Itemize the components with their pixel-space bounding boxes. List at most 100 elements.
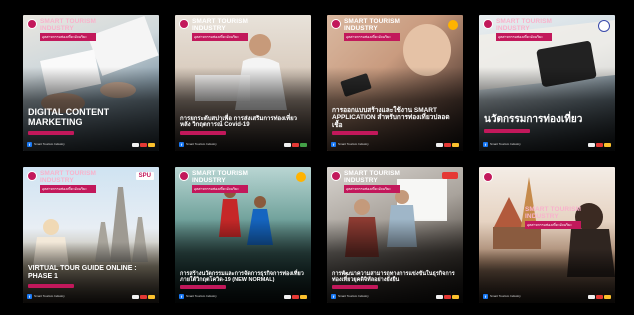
card-title: VIRTUAL TOUR GUIDE ONLINE : PHASE 1 bbox=[28, 265, 137, 281]
facebook-icon: f bbox=[331, 293, 336, 299]
card-overlay bbox=[479, 66, 615, 151]
course-card-temple-tour[interactable]: SMART TOURISM INDUSTRY อุตสาหกรรมท่องเที… bbox=[479, 167, 615, 303]
sponsor-logo bbox=[292, 295, 299, 299]
card-title: การสร้างนวัตกรรมและการจัดการธุรกิจการท่อ… bbox=[180, 270, 304, 283]
brand-logo bbox=[27, 19, 37, 29]
sponsor-logo bbox=[140, 143, 147, 147]
brand-logo bbox=[179, 171, 189, 181]
sponsor-logos bbox=[436, 143, 459, 147]
sponsor-logo bbox=[300, 295, 307, 299]
facebook-icon: f bbox=[483, 293, 488, 299]
card-tag bbox=[180, 285, 226, 289]
course-card-spa-covid[interactable]: SMART TOURISM INDUSTRY อุตสาหกรรมท่องเที… bbox=[175, 15, 311, 151]
brand-tagline: อุตสาหกรรมท่องเที่ยวอัจฉริยะ bbox=[40, 185, 97, 193]
brand-line2: INDUSTRY bbox=[344, 24, 378, 32]
brand-tagline: อุตสาหกรรมท่องเที่ยวอัจฉริยะ bbox=[192, 33, 249, 41]
course-card-digital-competitiveness[interactable]: SMART TOURISM INDUSTRY อุตสาหกรรมท่องเที… bbox=[327, 167, 463, 303]
sponsor-logo bbox=[596, 143, 603, 147]
sponsor-logos bbox=[436, 295, 459, 299]
footer-page-name: Smart Tourism Industry bbox=[338, 294, 369, 298]
sponsor-logos bbox=[284, 295, 307, 299]
brand-line2: INDUSTRY bbox=[192, 24, 226, 32]
sponsor-logo bbox=[444, 143, 451, 147]
facebook-icon: f bbox=[179, 141, 184, 147]
course-card-virtual-tour-guide[interactable]: SPU SMART TOURISM INDUSTRY อุตสาหกรรมท่อ… bbox=[23, 167, 159, 303]
brand-logo bbox=[27, 171, 37, 181]
sponsor-logos bbox=[588, 295, 611, 299]
sponsor-logo bbox=[452, 143, 459, 147]
sponsor-logo bbox=[452, 295, 459, 299]
card-title: นวัตกรรมการท่องเที่ยว bbox=[484, 113, 583, 125]
brand-block: SMART TOURISM INDUSTRY อุตสาหกรรมท่องเที… bbox=[525, 206, 582, 229]
card-title: DIGITAL CONTENT MARKETING bbox=[28, 106, 110, 127]
facebook-icon: f bbox=[27, 293, 32, 299]
card-tag bbox=[484, 129, 530, 133]
facebook-icon: f bbox=[179, 293, 184, 299]
brand-block: SMART TOURISM INDUSTRY อุตสาหกรรมท่องเที… bbox=[331, 18, 401, 41]
footer-page-name: Smart Tourism Industry bbox=[490, 142, 521, 146]
brand-logo bbox=[331, 171, 341, 181]
brand-block: SMART TOURISM INDUSTRY อุตสาหกรรมท่องเที… bbox=[27, 18, 97, 41]
brand-line2: INDUSTRY bbox=[40, 24, 74, 32]
brand-tagline: อุตสาหกรรมท่องเที่ยวอัจฉริยะ bbox=[344, 185, 401, 193]
sponsor-logo bbox=[436, 143, 443, 147]
footer-page-name: Smart Tourism Industry bbox=[186, 294, 217, 298]
brand-tagline: อุตสาหกรรมท่องเที่ยวอัจฉริยะ bbox=[525, 221, 582, 229]
sponsor-logo bbox=[148, 143, 155, 147]
brand-tagline: อุตสาหกรรมท่องเที่ยวอัจฉริยะ bbox=[496, 33, 553, 41]
card-title: การยกระดับสปาเพื่อ การส่งเสริมการท่องเที… bbox=[180, 115, 297, 129]
sponsor-logo bbox=[588, 295, 595, 299]
footer-page-name: Smart Tourism Industry bbox=[186, 142, 217, 146]
brand-logo bbox=[179, 19, 189, 29]
partner-badge bbox=[448, 20, 458, 30]
sponsor-logo bbox=[596, 295, 603, 299]
sponsor-logo bbox=[444, 295, 451, 299]
card-overlay bbox=[327, 218, 463, 303]
sponsor-logo bbox=[588, 143, 595, 147]
sponsor-logo bbox=[284, 143, 291, 147]
sponsor-logo bbox=[140, 295, 147, 299]
sponsor-logo bbox=[284, 295, 291, 299]
facebook-icon: f bbox=[331, 141, 336, 147]
card-overlay bbox=[175, 218, 311, 303]
spu-badge: SPU bbox=[135, 172, 154, 180]
card-title: การออกแบบสร้างและใช้งาน SMART APPLICATIO… bbox=[332, 107, 450, 129]
partner-badge bbox=[442, 172, 458, 179]
facebook-icon: f bbox=[27, 141, 32, 147]
card-title: การพัฒนาความสามารถทางการแข่งขันในธุรกิจก… bbox=[332, 270, 455, 283]
brand-tagline: อุตสาหกรรมท่องเที่ยวอัจฉริยะ bbox=[344, 33, 401, 41]
course-card-digital-content-marketing[interactable]: SMART TOURISM INDUSTRY อุตสาหกรรมท่องเที… bbox=[23, 15, 159, 151]
brand-line2: INDUSTRY bbox=[525, 212, 559, 220]
sponsor-logo bbox=[132, 295, 139, 299]
sponsor-logo bbox=[132, 143, 139, 147]
facebook-icon: f bbox=[483, 141, 488, 147]
sponsor-logo bbox=[148, 295, 155, 299]
course-card-new-normal[interactable]: SMART TOURISM INDUSTRY อุตสาหกรรมท่องเที… bbox=[175, 167, 311, 303]
partner-badge bbox=[296, 172, 306, 182]
sponsor-logo bbox=[292, 143, 299, 147]
sponsor-logos bbox=[284, 143, 307, 147]
footer-page-name: Smart Tourism Industry bbox=[490, 294, 521, 298]
card-tag bbox=[28, 284, 74, 288]
course-card-tourism-innovation[interactable]: SMART TOURISM INDUSTRY อุตสาหกรรมท่องเที… bbox=[479, 15, 615, 151]
sponsor-logo bbox=[604, 295, 611, 299]
card-tag bbox=[332, 285, 378, 289]
card-tag bbox=[28, 131, 74, 135]
footer-page-name: Smart Tourism Industry bbox=[34, 294, 65, 298]
brand-line2: INDUSTRY bbox=[344, 176, 378, 184]
brand-logo bbox=[331, 19, 341, 29]
course-card-smart-application[interactable]: SMART TOURISM INDUSTRY อุตสาหกรรมท่องเที… bbox=[327, 15, 463, 151]
brand-block: SMART TOURISM INDUSTRY อุตสาหกรรมท่องเที… bbox=[483, 18, 553, 41]
sponsor-logos bbox=[132, 295, 155, 299]
sponsor-logos bbox=[132, 143, 155, 147]
brand-line2: INDUSTRY bbox=[496, 24, 530, 32]
brand-tagline: อุตสาหกรรมท่องเที่ยวอัจฉริยะ bbox=[40, 33, 97, 41]
brand-logo bbox=[483, 172, 493, 182]
partner-badge bbox=[598, 20, 610, 32]
brand-block: SMART TOURISM INDUSTRY อุตสาหกรรมท่องเที… bbox=[27, 170, 97, 193]
sponsor-logo bbox=[436, 295, 443, 299]
footer-page-name: Smart Tourism Industry bbox=[338, 142, 369, 146]
brand-block: SMART TOURISM INDUSTRY อุตสาหกรรมท่องเที… bbox=[179, 170, 249, 193]
brand-line2: INDUSTRY bbox=[192, 176, 226, 184]
sponsor-logo bbox=[300, 143, 307, 147]
